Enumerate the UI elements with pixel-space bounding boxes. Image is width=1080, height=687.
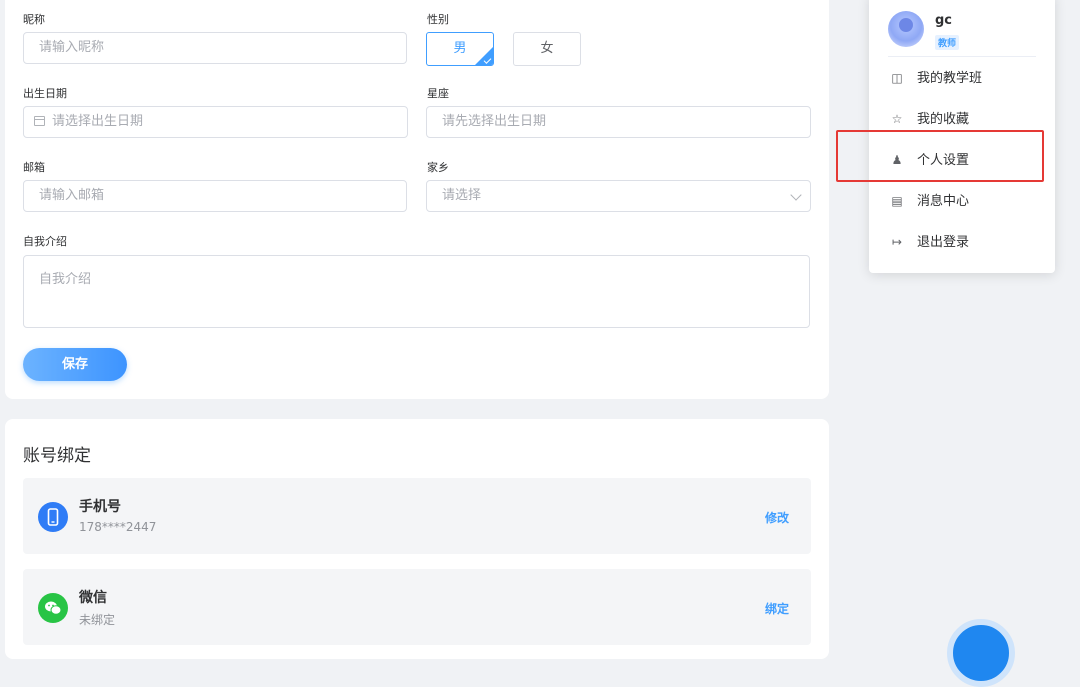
hometown-placeholder: 请选择 (442, 188, 482, 203)
wechat-binding-title: 微信 (79, 590, 107, 606)
gender-female-option[interactable]: 女 (513, 32, 581, 66)
gender-female-label: 女 (540, 41, 554, 56)
star-icon: ☆ (891, 112, 903, 126)
menu-item-label: 退出登录 (917, 235, 970, 250)
save-button[interactable]: 保存 (23, 348, 127, 381)
logout-icon: ↦ (891, 235, 903, 249)
phone-number: 178****2447 (79, 520, 157, 534)
constellation-input[interactable]: 请先选择出生日期 (426, 106, 811, 138)
message-icon: ▤ (891, 194, 903, 208)
chevron-down-icon (790, 189, 802, 201)
calendar-icon (34, 116, 45, 126)
email-label: 邮箱 (23, 161, 45, 174)
wechat-binding-row: 微信 未绑定 绑定 (23, 569, 811, 645)
gender-male-label: 男 (453, 41, 467, 56)
birthday-label: 出生日期 (23, 87, 67, 100)
highlight-box (836, 130, 1044, 182)
nickname-label: 昵称 (23, 13, 45, 26)
phone-icon (38, 502, 68, 532)
wechat-icon (38, 593, 68, 623)
account-binding-title: 账号绑定 (23, 446, 91, 466)
menu-item-messages[interactable]: ▤ 消息中心 (890, 191, 1040, 211)
menu-item-label: 消息中心 (917, 194, 970, 209)
phone-binding-row: 手机号 178****2447 修改 (23, 478, 811, 554)
phone-modify-link[interactable]: 修改 (765, 509, 789, 526)
birthday-placeholder: 请选择出生日期 (52, 114, 144, 129)
avatar[interactable] (888, 11, 924, 47)
hometown-label: 家乡 (427, 161, 449, 174)
floating-assistant-button[interactable] (947, 619, 1015, 687)
menu-item-my-classes[interactable]: ◫ 我的教学班 (890, 68, 1040, 88)
wechat-bind-link[interactable]: 绑定 (765, 600, 789, 617)
menu-item-logout[interactable]: ↦ 退出登录 (890, 232, 1040, 252)
bio-textarea[interactable]: 自我介绍 (23, 255, 810, 328)
bio-label: 自我介绍 (23, 235, 67, 248)
class-icon: ◫ (891, 71, 903, 85)
profile-form-card: 昵称 请输入昵称 性别 男 女 出生日期 请选择出生日期 星座 请先选择出生日期… (5, 0, 829, 399)
username: gc (935, 13, 953, 28)
menu-item-label: 我的教学班 (917, 71, 983, 86)
birthday-picker[interactable]: 请选择出生日期 (23, 106, 408, 138)
hometown-select[interactable]: 请选择 (426, 180, 811, 212)
role-badge: 教师 (935, 35, 960, 50)
menu-divider (888, 56, 1036, 57)
menu-item-favorites[interactable]: ☆ 我的收藏 (890, 109, 1040, 129)
email-input[interactable]: 请输入邮箱 (23, 180, 407, 212)
wechat-status: 未绑定 (79, 613, 116, 627)
gender-label: 性别 (427, 13, 449, 26)
constellation-label: 星座 (427, 87, 449, 100)
nickname-input[interactable]: 请输入昵称 (23, 32, 407, 64)
phone-binding-title: 手机号 (79, 499, 121, 515)
menu-item-label: 我的收藏 (917, 112, 970, 127)
gender-male-option[interactable]: 男 (426, 32, 494, 66)
